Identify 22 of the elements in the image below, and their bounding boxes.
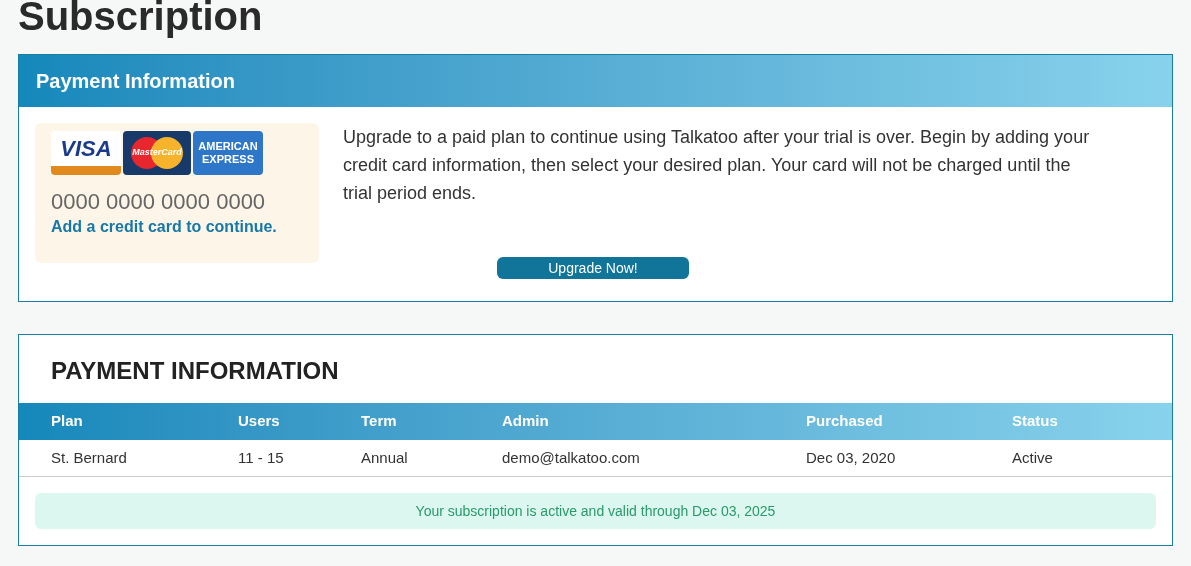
card-number: 0000 0000 0000 0000 (51, 189, 267, 215)
table-cell-text: Dec 03, 2020 (806, 447, 897, 468)
panel-title: Payment Information (36, 69, 235, 94)
table-cell-text: 11 - 15 (238, 447, 285, 468)
page-title: Subscription (18, 0, 264, 36)
column-header: Status (1012, 411, 1059, 432)
table-cell-text: St. Bernard (51, 447, 128, 468)
table-cell-text: Active (1012, 447, 1054, 468)
upgrade-button[interactable]: Upgrade Now! (497, 257, 689, 279)
table-cell-text: demo@talkatoo.com (502, 447, 641, 468)
amex-logo: AMERICAN EXPRESS (193, 131, 263, 175)
column-header: Users (238, 411, 281, 432)
card-prompt: Add a credit card to continue. (51, 217, 278, 237)
section-title: PAYMENT INFORMATION (50, 356, 340, 386)
upgrade-message: Upgrade to a paid plan to continue using Talkatoo after your trial is over. Begin by adding your credit card information, then select your desired plan. Your card will not be charged until the trial period ends. (343, 126, 1091, 205)
visa-logo: VISA (51, 131, 121, 175)
subscription-notice: Your subscription is active and valid through Dec 03, 2025 (35, 493, 1156, 529)
table-cell-text: Annual (361, 447, 409, 468)
column-header: Purchased (806, 411, 884, 432)
column-header: Plan (51, 411, 84, 432)
column-header: Admin (502, 411, 550, 432)
column-header: Term (361, 411, 398, 432)
